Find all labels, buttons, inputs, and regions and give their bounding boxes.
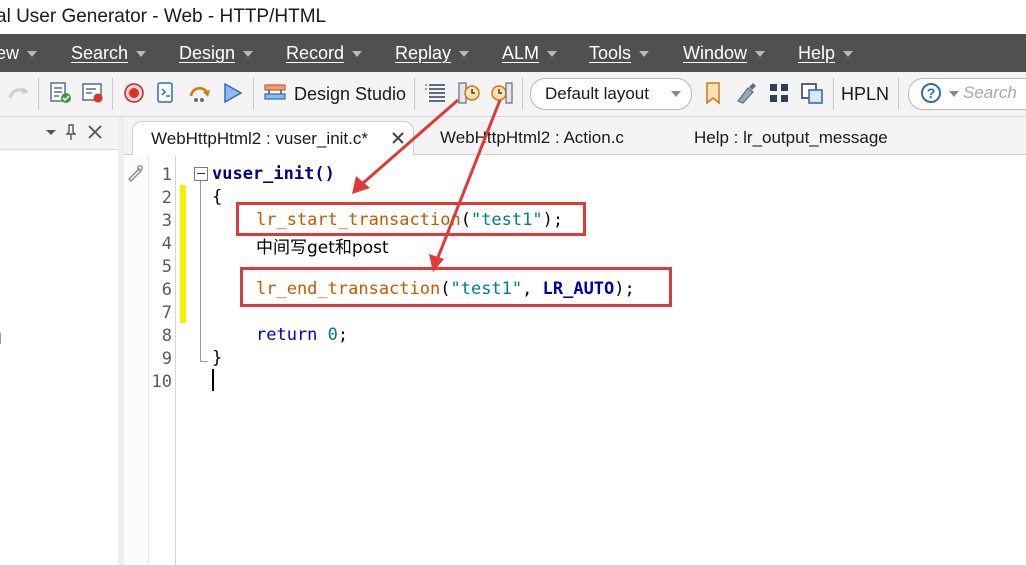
insert-end-transaction-icon[interactable] bbox=[489, 80, 515, 106]
chevron-down-icon bbox=[27, 51, 38, 58]
menu-bar: ew Search Design Record Replay ALM Tools… bbox=[0, 34, 1026, 72]
document-tab-bar: WebHttpHtml2 : vuser_init.c* WebHttpHtml… bbox=[124, 117, 1026, 155]
line-number: 10 bbox=[151, 372, 172, 392]
bookmark-icon[interactable] bbox=[700, 80, 726, 106]
help-icon[interactable]: ? bbox=[921, 83, 941, 103]
tab-action[interactable]: WebHttpHtml2 : Action.c bbox=[440, 121, 624, 154]
line-number: 4 bbox=[161, 234, 172, 254]
pin-icon[interactable] bbox=[62, 123, 80, 141]
line-number: 6 bbox=[161, 280, 172, 300]
help-search-box[interactable]: ? bbox=[908, 78, 1026, 110]
fold-toggle-icon[interactable] bbox=[194, 167, 208, 181]
layout-dropdown[interactable]: Default layout bbox=[530, 78, 692, 110]
left-panel-header bbox=[0, 117, 118, 150]
chevron-down-icon bbox=[671, 91, 681, 97]
close-icon[interactable] bbox=[86, 123, 104, 141]
tab-help-output-message[interactable]: Help : lr_output_message bbox=[694, 121, 888, 154]
help-search-input[interactable] bbox=[963, 82, 1026, 104]
menu-tools[interactable]: Tools bbox=[589, 34, 650, 72]
chevron-down-icon bbox=[843, 51, 854, 58]
chevron-down-icon bbox=[352, 51, 363, 58]
code-line-8: return 0; bbox=[256, 325, 349, 345]
code-line-4: 中间写get和post bbox=[256, 238, 389, 258]
chevron-down-icon bbox=[136, 51, 147, 58]
redo-icon[interactable] bbox=[6, 80, 32, 106]
window-layout-icon[interactable] bbox=[799, 80, 825, 106]
text-cursor bbox=[212, 369, 214, 391]
design-studio-icon[interactable] bbox=[262, 80, 288, 106]
compile-icon[interactable] bbox=[153, 80, 179, 106]
insert-start-transaction-icon[interactable] bbox=[456, 80, 482, 106]
toolbar-separator bbox=[414, 78, 415, 110]
line-number: 3 bbox=[161, 211, 172, 231]
change-marker bbox=[180, 185, 186, 323]
panel-menu-icon[interactable] bbox=[42, 123, 60, 141]
script-view-icon[interactable] bbox=[423, 80, 449, 106]
line-number: 2 bbox=[161, 188, 172, 208]
record-icon[interactable] bbox=[121, 80, 147, 106]
chevron-down-icon[interactable] bbox=[949, 91, 959, 97]
code-line-1: vuser_init() bbox=[212, 164, 335, 184]
chevron-down-icon bbox=[459, 51, 470, 58]
menu-alm[interactable]: ALM bbox=[502, 34, 558, 72]
grid-view-icon[interactable] bbox=[766, 80, 792, 106]
chevron-down-icon bbox=[243, 51, 254, 58]
toolbar-separator bbox=[833, 78, 834, 110]
line-number: 9 bbox=[161, 349, 172, 369]
code-line-9: } bbox=[212, 348, 223, 368]
menu-replay[interactable]: Replay bbox=[395, 34, 470, 72]
code-line-2: { bbox=[212, 187, 223, 207]
editor-margin bbox=[124, 155, 149, 565]
highlight-start-transaction bbox=[236, 202, 586, 236]
fold-guide-end bbox=[200, 361, 208, 362]
tab-label: WebHttpHtml2 : Action.c bbox=[440, 128, 624, 147]
line-number: 7 bbox=[161, 303, 172, 323]
toolbar-separator bbox=[522, 78, 523, 110]
menu-design[interactable]: Design bbox=[179, 34, 254, 72]
chevron-down-icon bbox=[547, 51, 558, 58]
left-panel-item-text: l bbox=[0, 331, 2, 349]
toolbar-separator bbox=[898, 78, 899, 110]
toolbar-separator bbox=[38, 78, 39, 110]
window-title: al User Generator - Web - HTTP/HTML bbox=[0, 6, 327, 27]
menu-window[interactable]: Window bbox=[683, 34, 766, 72]
line-number: 8 bbox=[161, 326, 172, 346]
regenerate-script-icon[interactable] bbox=[48, 80, 74, 106]
fold-guide bbox=[200, 181, 201, 361]
toolbar: Design Studio Default layout HPLN ? bbox=[0, 72, 1026, 117]
code-editor[interactable]: 1 2 3 4 5 6 7 8 9 10 vuser_init() { lr_s… bbox=[124, 155, 1026, 565]
line-number-divider bbox=[175, 155, 176, 565]
tab-label: WebHttpHtml2 : vuser_init.c* bbox=[151, 129, 368, 148]
step-over-icon[interactable] bbox=[187, 80, 213, 106]
play-icon[interactable] bbox=[219, 80, 245, 106]
menu-view[interactable]: ew bbox=[0, 34, 38, 72]
left-panel: l bbox=[0, 117, 119, 565]
layout-dropdown-value: Default layout bbox=[545, 84, 649, 103]
edit-pen-icon bbox=[128, 165, 143, 182]
menu-help[interactable]: Help bbox=[798, 34, 854, 72]
chevron-down-icon bbox=[755, 51, 766, 58]
line-number: 5 bbox=[161, 257, 172, 277]
toolbar-separator bbox=[112, 78, 113, 110]
design-studio-button[interactable]: Design Studio bbox=[294, 72, 406, 116]
recording-options-icon[interactable] bbox=[80, 80, 106, 106]
title-bar: al User Generator - Web - HTTP/HTML bbox=[0, 0, 1026, 34]
menu-record[interactable]: Record bbox=[286, 34, 363, 72]
highlight-end-transaction bbox=[240, 267, 672, 307]
hpln-button[interactable]: HPLN bbox=[841, 72, 889, 116]
tab-label: Help : lr_output_message bbox=[694, 128, 888, 147]
clean-icon[interactable] bbox=[733, 80, 759, 106]
menu-search[interactable]: Search bbox=[71, 34, 147, 72]
toolbar-separator bbox=[253, 78, 254, 110]
tab-vuser-init[interactable]: WebHttpHtml2 : vuser_init.c* bbox=[132, 121, 414, 155]
line-number: 1 bbox=[161, 165, 172, 185]
chevron-down-icon bbox=[639, 51, 650, 58]
close-icon[interactable] bbox=[390, 130, 406, 146]
